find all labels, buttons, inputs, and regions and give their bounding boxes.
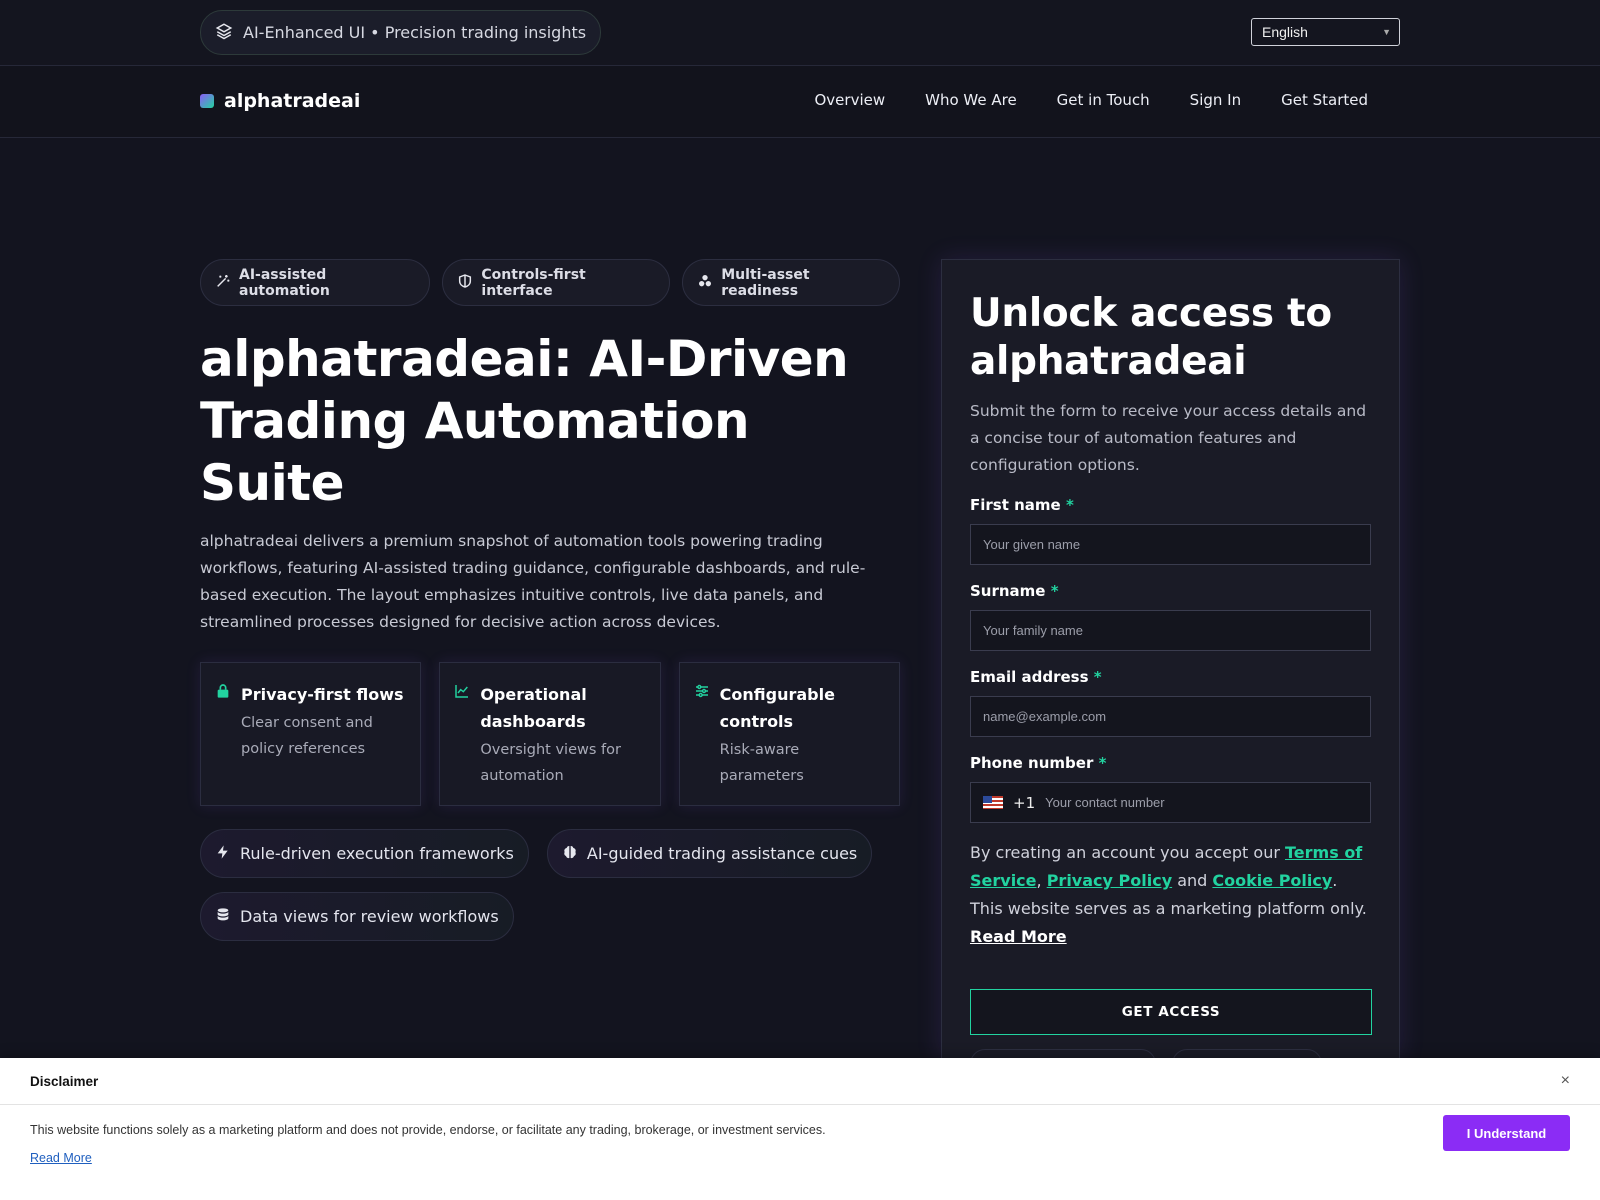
tag-label: Controls-first interface: [481, 266, 586, 299]
nav-link-overview[interactable]: Overview: [814, 91, 885, 109]
required-mark: *: [1098, 754, 1107, 772]
tag-ai-automation: AI-assisted automation: [200, 259, 431, 306]
required-mark: *: [1065, 496, 1074, 514]
hero-title: alphatradeai: AI-Driven Trading Automati…: [200, 330, 849, 512]
announcement-pill: AI-Enhanced UI • Precision trading insig…: [200, 10, 602, 55]
lightning-icon: [215, 844, 231, 864]
first-name-input[interactable]: Your given name: [970, 524, 1371, 565]
cookie-policy-link[interactable]: Cookie Policy: [1212, 871, 1332, 890]
label-text: First name: [970, 496, 1061, 514]
chip-rule-driven: Rule-driven execution frameworks: [200, 829, 529, 878]
tag-label: Multi-asset readiness: [721, 266, 810, 299]
disclaimer-body: This website functions solely as a marke…: [0, 1105, 1600, 1167]
surname-input[interactable]: Your family name: [970, 610, 1371, 651]
chevron-down-icon: ▼: [1382, 27, 1391, 37]
line-chart-icon: [454, 683, 470, 699]
nav-link-get-in-touch[interactable]: Get in Touch: [1057, 91, 1150, 109]
disclaimer-title: Disclaimer: [30, 1073, 99, 1089]
signup-form-card: Unlock access to alphatradeai Submit the…: [941, 259, 1400, 1079]
get-access-button[interactable]: GET ACCESS: [970, 989, 1372, 1035]
disclaimer-read-more-link[interactable]: Read More: [30, 1151, 92, 1165]
feature-card-dashboards: Operational dashboards Oversight views f…: [439, 662, 661, 806]
brand-name: alphatradeai: [224, 90, 361, 112]
label-text: Phone number: [970, 754, 1094, 772]
disclaimer-banner: Disclaimer × This website functions sole…: [0, 1058, 1600, 1200]
surname-label: Surname *: [970, 582, 1371, 600]
tag-label: AI-assisted automation: [239, 266, 330, 299]
magic-wand-icon: [215, 273, 231, 293]
nav-link-get-started[interactable]: Get Started: [1281, 91, 1368, 109]
form-title: Unlock access to alphatradeai: [970, 291, 1332, 384]
database-icon: [215, 907, 231, 927]
feature-card-controls: Configurable controls Risk-aware paramet…: [678, 662, 900, 806]
tag-multi-asset: Multi-asset readiness: [682, 259, 900, 306]
close-icon[interactable]: ×: [1561, 1072, 1570, 1090]
disclaimer-text: This website functions solely as a marke…: [30, 1123, 826, 1137]
phone-label: Phone number *: [970, 754, 1371, 772]
lock-icon: [215, 683, 231, 699]
cubes-icon: [697, 273, 713, 293]
nav-link-sign-in[interactable]: Sign In: [1190, 91, 1241, 109]
feature-title: Operational dashboards: [480, 685, 587, 731]
feature-cards: Privacy-first flows Clear consent and po…: [200, 662, 900, 806]
tag-controls-first: Controls-first interface: [442, 259, 671, 306]
chip-data-views: Data views for review workflows: [200, 892, 514, 941]
top-bar: AI-Enhanced UI • Precision trading insig…: [0, 0, 1600, 66]
email-label: Email address *: [970, 668, 1371, 686]
terms-comma: ,: [1036, 871, 1042, 890]
disclaimer-header: Disclaimer ×: [0, 1058, 1600, 1105]
layers-icon: [215, 22, 233, 44]
sliders-icon: [694, 683, 710, 699]
shield-icon: [457, 273, 473, 293]
language-value: English: [1262, 24, 1308, 40]
terms-text: By creating an account you accept our Te…: [970, 839, 1371, 951]
required-mark: *: [1050, 582, 1059, 600]
read-more-link[interactable]: Read More: [970, 927, 1067, 946]
feature-subtitle: Risk-aware parameters: [719, 742, 804, 784]
hero-tags: AI-assisted automation Controls-first in…: [200, 259, 900, 306]
main-navigation: alphatradeai Overview Who We Are Get in …: [0, 66, 1600, 138]
hero-description: alphatradeai delivers a premium snapshot…: [200, 532, 866, 631]
email-input[interactable]: name@example.com: [970, 696, 1371, 737]
nav-link-who-we-are[interactable]: Who We Are: [925, 91, 1017, 109]
input-placeholder: name@example.com: [983, 709, 1107, 724]
us-flag-icon[interactable]: [983, 796, 1003, 809]
input-placeholder: Your family name: [983, 623, 1083, 638]
feature-subtitle: Oversight views for automation: [480, 742, 621, 784]
terms-prefix: By creating an account you accept our: [970, 843, 1280, 862]
feature-title: Configurable controls: [719, 685, 835, 731]
first-name-label: First name *: [970, 496, 1371, 514]
privacy-policy-link[interactable]: Privacy Policy: [1047, 871, 1172, 890]
feature-title: Privacy-first flows: [241, 685, 404, 704]
hero-section: AI-assisted automation Controls-first in…: [200, 259, 900, 941]
label-text: Surname: [970, 582, 1046, 600]
phone-input[interactable]: +1 Your contact number: [970, 782, 1371, 823]
brain-icon: [562, 844, 578, 864]
chip-label: Data views for review workflows: [240, 907, 499, 926]
capability-chips: Rule-driven execution frameworks AI-guid…: [200, 829, 900, 941]
chip-label: Rule-driven execution frameworks: [240, 844, 514, 863]
chip-ai-guided: AI-guided trading assistance cues: [546, 829, 873, 878]
form-subtitle: Submit the form to receive your access d…: [970, 402, 1367, 474]
terms-and: and: [1177, 871, 1208, 890]
chip-label: AI-guided trading assistance cues: [586, 844, 858, 863]
feature-card-privacy: Privacy-first flows Clear consent and po…: [200, 662, 422, 806]
input-placeholder: Your contact number: [1045, 795, 1165, 810]
brand-mark-icon: [200, 94, 214, 108]
input-placeholder: Your given name: [983, 537, 1081, 552]
label-text: Email address: [970, 668, 1089, 686]
required-mark: *: [1093, 668, 1102, 686]
brand-logo[interactable]: alphatradeai: [200, 90, 360, 112]
language-select[interactable]: English ▼: [1251, 18, 1400, 46]
i-understand-button[interactable]: I Understand: [1443, 1115, 1570, 1151]
feature-subtitle: Clear consent and policy references: [241, 715, 373, 757]
dial-code[interactable]: +1: [1013, 794, 1035, 812]
nav-links: Overview Who We Are Get in Touch Sign In…: [814, 91, 1368, 109]
announcement-text: AI-Enhanced UI • Precision trading insig…: [243, 23, 587, 42]
